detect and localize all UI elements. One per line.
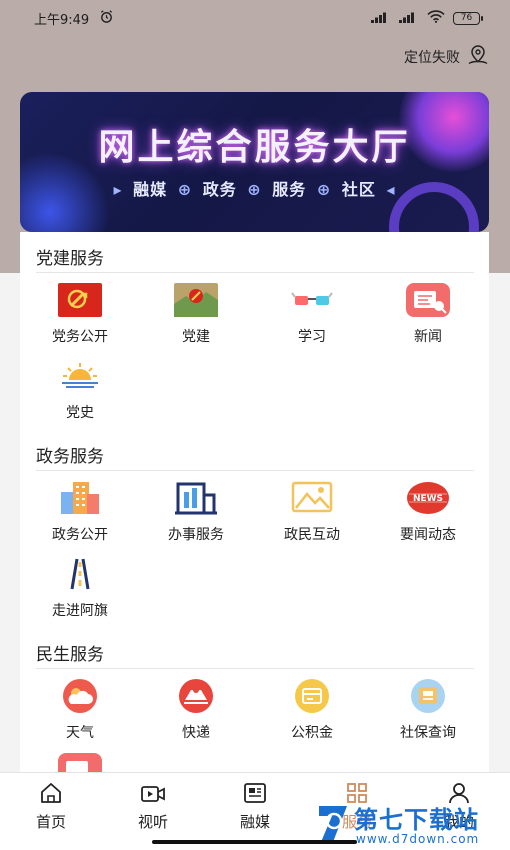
delivery-icon bbox=[173, 678, 219, 714]
home-icon bbox=[11, 781, 91, 805]
news-icon bbox=[405, 282, 451, 318]
party-flag-icon bbox=[57, 282, 103, 318]
service-item-party-building[interactable]: 党建 bbox=[138, 282, 254, 346]
tab-video[interactable]: 视听 bbox=[113, 781, 193, 832]
service-item-label: 天气 bbox=[66, 725, 94, 741]
service-item-interaction[interactable]: 政民互动 bbox=[254, 480, 370, 544]
service-item-news-updates[interactable]: NEWS 要闻动态 bbox=[370, 480, 486, 544]
service-item-label: 学习 bbox=[298, 329, 326, 345]
divider bbox=[36, 470, 474, 471]
weather-icon bbox=[57, 678, 103, 714]
service-item-label: 快递 bbox=[182, 725, 210, 741]
social-security-icon bbox=[405, 678, 451, 714]
tab-home[interactable]: 首页 bbox=[11, 781, 91, 832]
service-item-social-security[interactable]: 社保查询 bbox=[370, 678, 486, 742]
home-indicator[interactable] bbox=[152, 840, 357, 844]
tab-label: 视听 bbox=[137, 813, 168, 831]
fund-icon bbox=[289, 678, 335, 714]
signal-icon bbox=[371, 11, 391, 26]
office-building-icon bbox=[173, 480, 219, 516]
services-card: 党建服务 党务公开 党建 学习 新闻 党史 政务服务 政务公开 办事服务 政民互… bbox=[20, 232, 489, 772]
tab-label: 融媒 bbox=[239, 813, 270, 831]
service-item-party-history[interactable]: 党史 bbox=[22, 358, 138, 422]
service-item-news[interactable]: 新闻 bbox=[370, 282, 486, 346]
banner-subtitle: ▸ 融媒 ⊕ 政务 ⊕ 服务 ⊕ 社区 ◂ bbox=[113, 180, 396, 199]
service-item-study[interactable]: 学习 bbox=[254, 282, 370, 346]
location-label: 定位失败 bbox=[404, 50, 460, 66]
banner-sub-item: 融媒 bbox=[133, 180, 168, 199]
service-item-visit-aqi[interactable]: 走进阿旗 bbox=[22, 556, 138, 620]
banner-title: 网上综合服务大厅 bbox=[98, 127, 411, 168]
section-title-livelihood: 民生服务 bbox=[36, 645, 104, 665]
location-pin-icon bbox=[466, 44, 490, 70]
signal-icon-2 bbox=[399, 11, 419, 26]
buildings-icon bbox=[57, 480, 103, 516]
alarm-icon bbox=[99, 9, 114, 28]
service-item-weather[interactable]: 天气 bbox=[22, 678, 138, 742]
service-item-label: 党史 bbox=[66, 405, 94, 421]
service-item-delivery[interactable]: 快递 bbox=[138, 678, 254, 742]
service-item-party-affairs[interactable]: 党务公开 bbox=[22, 282, 138, 346]
glasses-icon bbox=[289, 282, 335, 318]
service-item-label: 办事服务 bbox=[168, 527, 224, 543]
tab-media[interactable]: 融媒 bbox=[215, 781, 295, 832]
service-item-label: 新闻 bbox=[414, 329, 442, 345]
party-emblem-icon bbox=[173, 282, 219, 318]
service-item-housing-fund[interactable]: 公积金 bbox=[254, 678, 370, 742]
divider bbox=[36, 668, 474, 669]
status-time: 上午9:49 bbox=[34, 12, 90, 28]
service-item-label: 政民互动 bbox=[284, 527, 340, 543]
video-icon bbox=[113, 781, 193, 805]
section-title-government: 政务服务 bbox=[36, 447, 104, 467]
service-item-handling[interactable]: 办事服务 bbox=[138, 480, 254, 544]
sunrise-icon bbox=[57, 358, 103, 394]
battery-icon: 76 bbox=[453, 11, 483, 25]
wifi-icon bbox=[427, 10, 445, 26]
hero-banner[interactable]: 网上综合服务大厅 ▸ 融媒 ⊕ 政务 ⊕ 服务 ⊕ 社区 ◂ bbox=[20, 92, 489, 232]
location-status[interactable]: 定位失败 bbox=[404, 44, 490, 70]
watermark-text: 第七下载站 bbox=[354, 806, 479, 834]
service-item-label: 走进阿旗 bbox=[52, 603, 108, 619]
watermark-url: www.d7down.com bbox=[356, 832, 480, 846]
news-icon bbox=[57, 752, 103, 772]
status-bar: 上午9:49 76 bbox=[0, 0, 510, 36]
banner-sub-item: 服务 bbox=[272, 180, 307, 199]
news-badge-icon: NEWS bbox=[405, 480, 451, 516]
tab-label: 首页 bbox=[35, 813, 66, 831]
service-item-label: 党务公开 bbox=[52, 329, 108, 345]
road-icon bbox=[57, 556, 103, 592]
mountain-icon bbox=[289, 480, 335, 516]
service-item-label: 公积金 bbox=[291, 725, 333, 741]
service-item-label: 政务公开 bbox=[52, 527, 108, 543]
banner-sub-item: 政务 bbox=[202, 180, 237, 199]
divider bbox=[36, 272, 474, 273]
banner-sub-item: 社区 bbox=[341, 180, 376, 199]
service-item-label: 社保查询 bbox=[400, 725, 456, 741]
service-item-partial[interactable] bbox=[22, 752, 138, 772]
media-icon bbox=[215, 781, 295, 805]
service-item-label: 党建 bbox=[182, 329, 210, 345]
service-item-label: 要闻动态 bbox=[400, 527, 456, 543]
svg-text:NEWS: NEWS bbox=[413, 494, 443, 504]
section-title-party: 党建服务 bbox=[36, 249, 104, 269]
service-item-gov-affairs[interactable]: 政务公开 bbox=[22, 480, 138, 544]
